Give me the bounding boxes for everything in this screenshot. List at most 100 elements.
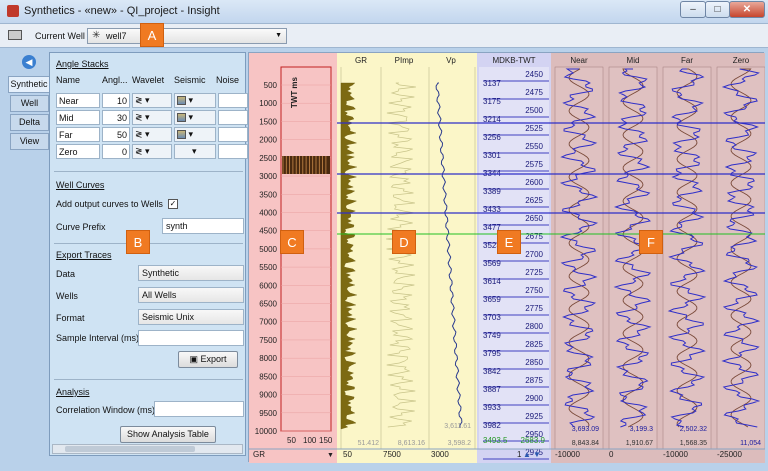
mdkb-twt-value: 2625 <box>525 196 543 205</box>
tab-view[interactable]: View <box>10 133 49 150</box>
mdkb-twt-value: 2475 <box>525 88 543 97</box>
gr-tick-label: 150 <box>319 436 333 445</box>
callout-f: F <box>639 230 663 254</box>
mdkb-depth-value: 3137 <box>483 79 501 88</box>
stack-name-field[interactable]: Far <box>56 127 100 142</box>
header-name: Name <box>56 75 81 85</box>
noise-field[interactable] <box>218 110 248 125</box>
wells-select[interactable]: All Wells <box>138 287 244 303</box>
tab-well[interactable]: Well <box>10 95 49 112</box>
analysis-title: Analysis <box>56 387 90 397</box>
stack-value-2: 8,843.84 <box>572 440 599 447</box>
wavelet-select[interactable]: ≷ ▾ <box>132 93 172 108</box>
mdkb-depth-value: 3256 <box>483 133 501 142</box>
mdkb-twt-value: 2500 <box>525 106 543 115</box>
mdkb-twt-value: 2875 <box>525 376 543 385</box>
mdkb-twt-value: 2600 <box>525 178 543 187</box>
mdkb-depth-value: 3175 <box>483 97 501 106</box>
time-tick-label: 500 <box>264 81 278 90</box>
mdkb-twt-value: 2550 <box>525 142 543 151</box>
time-tick-label: 10000 <box>255 427 278 436</box>
mdkb-twt-value: 2725 <box>525 268 543 277</box>
mdkb-depth-value: 3795 <box>483 349 501 358</box>
tab-synthetic[interactable]: Synthetic <box>8 76 50 93</box>
gr-tick-label: 50 <box>287 436 296 445</box>
mdkb-depth-value: 3887 <box>483 385 501 394</box>
time-tick-label: 1000 <box>259 99 277 108</box>
wavelet-select[interactable]: ≷ ▾ <box>132 127 172 142</box>
stack-angle-field[interactable]: 0 <box>102 144 130 159</box>
scrollbar-thumb[interactable] <box>65 446 195 452</box>
mdkb-twt-value: 2675 <box>525 232 543 241</box>
minimize-button[interactable]: – <box>680 1 706 18</box>
correlation-window-input[interactable] <box>154 401 244 417</box>
time-tick-label: 6000 <box>259 281 277 290</box>
noise-field[interactable] <box>218 127 248 142</box>
show-analysis-table-button[interactable]: Show Analysis Table <box>120 426 216 443</box>
app-icon <box>7 5 19 17</box>
back-icon[interactable]: ◀ <box>22 55 36 69</box>
nav-up-icon: ▲ <box>523 450 531 459</box>
mdkb-twt-value: 2825 <box>525 340 543 349</box>
export-button-label: Export <box>200 354 227 364</box>
current-well-select[interactable]: ✳ well7 ▼ <box>87 28 287 44</box>
wavelet-select[interactable]: ≷ ▾ <box>132 110 172 125</box>
seismic-select[interactable]: ▾ <box>174 93 216 108</box>
maximize-button[interactable]: □ <box>705 1 730 18</box>
stack-angle-field[interactable]: 50 <box>102 127 130 142</box>
stack-header: Zero <box>733 56 750 65</box>
camera-icon[interactable] <box>8 30 22 40</box>
mdkb-twt-value: 2925 <box>525 412 543 421</box>
format-select[interactable]: Seismic Unix <box>138 309 244 325</box>
tab-delta[interactable]: Delta <box>10 114 49 131</box>
mdkb-depth-value: 3749 <box>483 331 501 340</box>
angle-stacks-title: Angle Stacks <box>56 59 109 69</box>
stack-angle-field[interactable]: 10 <box>102 93 130 108</box>
log-header: Vp <box>446 56 456 65</box>
stack-value-1: 3,693.09 <box>572 426 599 433</box>
mdkb-header: MDKB-TWT <box>492 56 535 65</box>
mdkb-depth-value: 3389 <box>483 187 501 196</box>
stack-scale-label: -10000 <box>663 450 688 459</box>
wavelet-select[interactable]: ≷ ▾ <box>132 144 172 159</box>
header-wavelet: Wavelet <box>132 75 165 85</box>
horizontal-scrollbar[interactable] <box>52 444 243 454</box>
callout-b: B <box>126 230 150 254</box>
noise-field[interactable] <box>218 144 248 159</box>
stack-scale-label: -10000 <box>555 450 580 459</box>
wavelet-icon: ≷ <box>135 146 143 156</box>
mdkb-twt-value: 2450 <box>525 70 543 79</box>
sample-interval-label: Sample Interval (ms) <box>56 333 140 343</box>
seismic-select[interactable]: ▾ <box>174 127 216 142</box>
time-tick-label: 6500 <box>259 300 277 309</box>
correlation-window-label: Correlation Window (ms) <box>56 405 156 415</box>
log-top-value: 3,611.61 <box>444 423 471 430</box>
add-output-checkbox[interactable]: ✓ <box>168 199 178 209</box>
stack-scale-label: -25000 <box>717 450 742 459</box>
noise-field[interactable] <box>218 93 248 108</box>
export-button[interactable]: ▣ Export <box>178 351 238 368</box>
mdkb-depth-value: 3842 <box>483 367 501 376</box>
curve-prefix-input[interactable]: synth <box>162 218 244 234</box>
mdkb-twt-value: 2650 <box>525 214 543 223</box>
stack-name-field[interactable]: Zero <box>56 144 100 159</box>
seismic-select[interactable]: ▾ <box>174 110 216 125</box>
stack-angle-field[interactable]: 30 <box>102 110 130 125</box>
mdkb-depth-value: 3614 <box>483 277 501 286</box>
mdkb-depth-value: 3933 <box>483 403 501 412</box>
data-select[interactable]: Synthetic <box>138 265 244 281</box>
stack-name-field[interactable]: Mid <box>56 110 100 125</box>
wavelet-icon: ≷ <box>135 129 143 139</box>
close-button[interactable]: ✕ <box>729 1 765 18</box>
chevron-down-icon: ▼ <box>327 452 334 459</box>
seismic-icon <box>177 113 186 123</box>
header-noise: Noise <box>216 75 240 85</box>
stack-name-field[interactable]: Near <box>56 93 100 108</box>
time-axis-label: TWT ms <box>290 76 299 108</box>
callout-c: C <box>280 230 304 254</box>
mdkb-nav-page: 1 <box>517 450 522 459</box>
log-panel-bg <box>337 53 477 463</box>
seismic-select[interactable]: ▾ <box>174 144 216 159</box>
stack-scale-label: 0 <box>609 450 614 459</box>
sample-interval-input[interactable] <box>138 330 244 346</box>
